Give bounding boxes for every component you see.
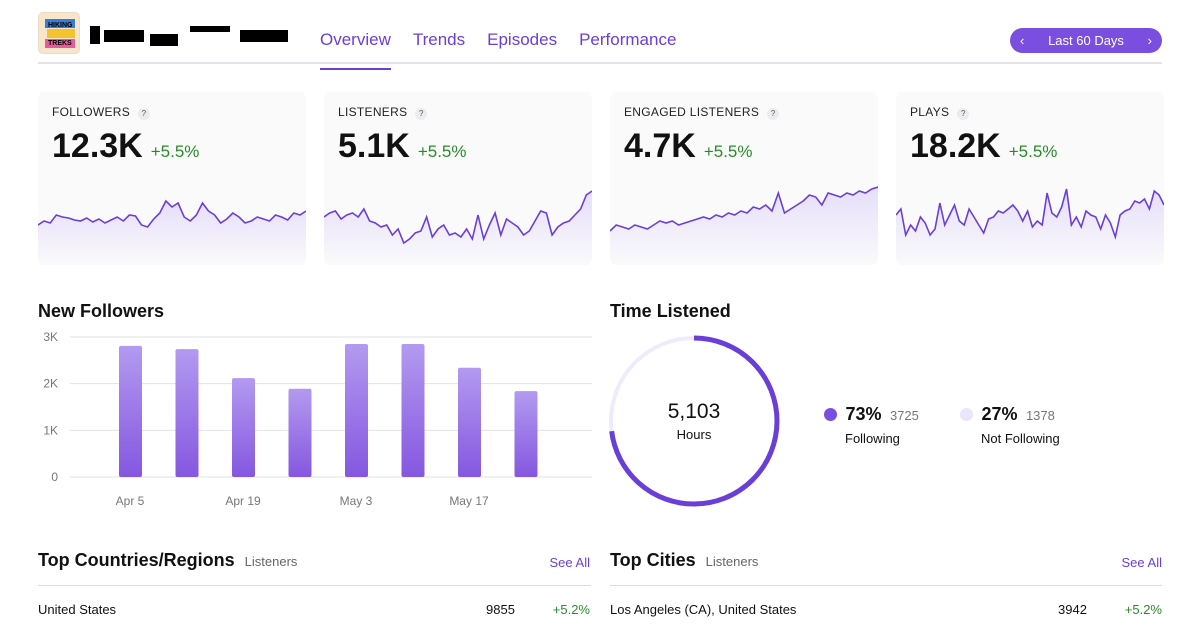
bar-3[interactable] xyxy=(288,388,312,477)
sparkline xyxy=(610,186,878,265)
city-change: +5.2% xyxy=(1124,602,1162,617)
y-tick-label: 3K xyxy=(43,330,58,344)
sparkline xyxy=(324,190,592,265)
top-countries-title: Top Countries/Regions Listeners xyxy=(38,550,298,570)
time-listened-title: Time Listened xyxy=(610,301,731,321)
bar-2[interactable] xyxy=(232,378,255,477)
legend-not-following: 27% 1378 Not Following xyxy=(960,404,1060,446)
y-tick-label: 0 xyxy=(51,470,58,484)
country-name[interactable]: United States xyxy=(38,602,116,617)
bar-6[interactable] xyxy=(458,367,481,477)
following-dot xyxy=(824,408,837,421)
metric-value: 12.3K +5.5% xyxy=(52,127,200,165)
podcast-logo[interactable]: HIKING TREKS xyxy=(38,12,80,54)
sparkline xyxy=(896,188,1164,265)
date-range-selector[interactable]: ‹ Last 60 Days › xyxy=(1010,28,1162,53)
metric-change: +5.5% xyxy=(1008,142,1058,161)
metric-value: 5.1K +5.5% xyxy=(338,127,467,165)
y-tick-label: 2K xyxy=(43,377,58,391)
city-listeners: 3942 xyxy=(1058,602,1087,617)
time-listened-total: 5,103 xyxy=(667,400,721,423)
tab-performance[interactable]: Performance xyxy=(579,30,676,70)
y-tick-label: 1K xyxy=(43,423,58,437)
x-tick-label: May 17 xyxy=(449,494,489,508)
new-followers-chart: 0 1K 2K 3K Apr 5 Apr 19 May 3 May 17 xyxy=(43,330,592,508)
sparkline-area xyxy=(38,201,306,265)
bar-7[interactable] xyxy=(514,391,538,477)
metric-value: 4.7K +5.5% xyxy=(624,127,753,165)
metric-label: LISTENERS? xyxy=(338,105,428,120)
metric-card-listeners[interactable]: LISTENERS? 5.1K +5.5% xyxy=(324,92,592,265)
nav-tabs: Overview Trends Episodes Performance xyxy=(320,30,676,70)
top-cities-see-all[interactable]: See All xyxy=(1122,555,1162,570)
metric-card-followers[interactable]: FOLLOWERS? 12.3K +5.5% xyxy=(38,92,306,265)
metric-label: FOLLOWERS? xyxy=(52,105,151,120)
country-change: +5.2% xyxy=(552,602,590,617)
legend-following: 73% 3725 Following xyxy=(824,404,919,446)
date-range-label: Last 60 Days xyxy=(1048,33,1124,48)
header: HIKING TREKS Overview Trends Episodes Perfor… xyxy=(38,12,1162,70)
new-followers-title: New Followers xyxy=(38,301,165,321)
bar-0[interactable] xyxy=(119,345,142,477)
metric-change: +5.5% xyxy=(703,142,753,161)
chevron-right-icon[interactable]: › xyxy=(1148,33,1152,48)
bar-5[interactable] xyxy=(401,344,425,477)
sparkline-area xyxy=(610,187,878,265)
time-listened-unit: Hours xyxy=(676,427,712,442)
tab-trends[interactable]: Trends xyxy=(413,30,465,70)
metric-label: ENGAGED LISTENERS? xyxy=(624,105,780,120)
bar-1[interactable] xyxy=(175,349,199,477)
metric-card-engaged-listeners[interactable]: ENGAGED LISTENERS? 4.7K +5.5% xyxy=(610,92,878,265)
sparkline-area xyxy=(324,191,592,265)
bar-4[interactable] xyxy=(345,344,368,477)
top-cities-title: Top Cities Listeners xyxy=(610,550,759,570)
metric-label: PLAYS? xyxy=(910,105,970,120)
x-tick-label: Apr 19 xyxy=(225,494,261,508)
top-countries-see-all[interactable]: See All xyxy=(550,555,590,570)
help-icon[interactable]: ? xyxy=(138,108,151,120)
country-listeners: 9855 xyxy=(486,602,515,617)
svg-text:TREKS: TREKS xyxy=(48,40,72,47)
help-icon[interactable]: ? xyxy=(767,108,780,120)
tab-overview[interactable]: Overview xyxy=(320,30,391,70)
podcast-title-redacted xyxy=(90,24,300,46)
city-name[interactable]: Los Angeles (CA), United States xyxy=(610,602,796,617)
sparkline xyxy=(38,199,306,265)
metric-change: +5.5% xyxy=(150,142,200,161)
x-tick-label: Apr 5 xyxy=(116,494,145,508)
help-icon[interactable]: ? xyxy=(957,108,970,120)
not-following-dot xyxy=(960,408,973,421)
sparkline-area xyxy=(896,189,1164,265)
tab-episodes[interactable]: Episodes xyxy=(487,30,557,70)
metric-value: 18.2K +5.5% xyxy=(910,127,1058,165)
metric-card-plays[interactable]: PLAYS? 18.2K +5.5% xyxy=(896,92,1164,265)
svg-text:HIKING: HIKING xyxy=(48,22,73,29)
chevron-left-icon[interactable]: ‹ xyxy=(1020,33,1024,48)
x-tick-label: May 3 xyxy=(340,494,373,508)
help-icon[interactable]: ? xyxy=(415,108,428,120)
metric-change: +5.5% xyxy=(417,142,467,161)
